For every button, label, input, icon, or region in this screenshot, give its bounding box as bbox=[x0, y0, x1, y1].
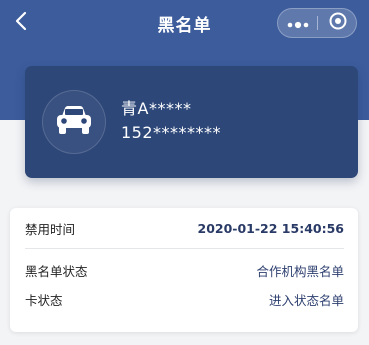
ban-time-label: 禁用时间 bbox=[25, 221, 76, 237]
license-plate: 青A***** bbox=[121, 99, 192, 118]
mini-program-capsule bbox=[277, 8, 357, 38]
vehicle-card: 青A***** 152******** bbox=[25, 66, 358, 178]
info-row-ban-time: 禁用时间 2020-01-22 15:40:56 bbox=[25, 216, 344, 240]
more-button[interactable] bbox=[278, 9, 318, 37]
card-status-value: 进入状态名单 bbox=[268, 292, 344, 308]
more-dots-icon bbox=[287, 14, 309, 33]
card-status-label: 卡状态 bbox=[25, 292, 63, 308]
blacklist-status-label: 黑名单状态 bbox=[25, 263, 88, 279]
info-row-blacklist-status: 黑名单状态 合作机构黑名单 bbox=[25, 258, 344, 282]
close-button[interactable] bbox=[318, 9, 357, 37]
ban-time-value: 2020-01-22 15:40:56 bbox=[197, 220, 345, 236]
target-close-icon bbox=[329, 12, 347, 34]
vehicle-avatar bbox=[42, 90, 106, 154]
navigation-bar: 黑名单 bbox=[0, 0, 369, 44]
blacklist-status-value: 合作机构黑名单 bbox=[256, 263, 344, 279]
car-icon bbox=[53, 103, 95, 141]
divider bbox=[25, 248, 344, 249]
phone-number: 152******** bbox=[121, 123, 222, 142]
blacklist-info-panel: 禁用时间 2020-01-22 15:40:56 黑名单状态 合作机构黑名单 卡… bbox=[10, 208, 358, 332]
info-row-card-status: 卡状态 进入状态名单 bbox=[25, 287, 344, 311]
